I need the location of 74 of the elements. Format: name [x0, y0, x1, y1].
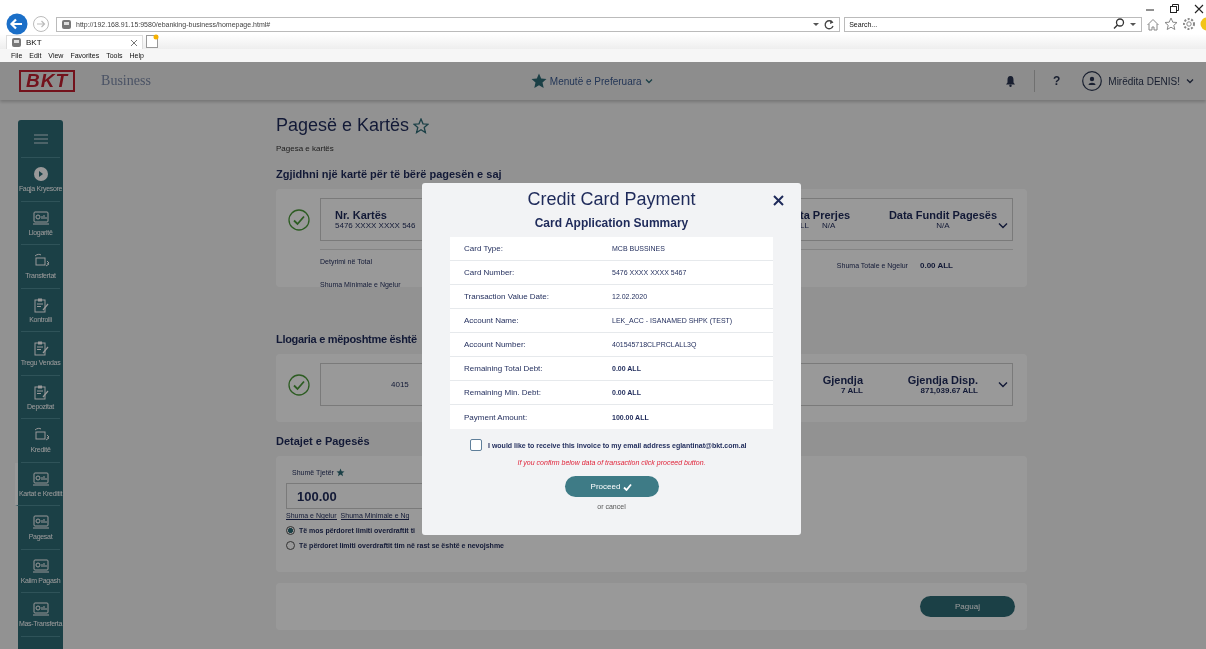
date-value: N/A	[935, 221, 951, 230]
summary-label: Account Number:	[464, 340, 527, 349]
chevron-down-icon[interactable]	[644, 78, 653, 84]
dropdown-caret-icon[interactable]	[1129, 21, 1137, 27]
check-circle-icon	[288, 208, 310, 231]
tab-title: BKT	[26, 38, 42, 47]
modal-title: Credit Card Payment	[526, 189, 697, 210]
card-number: 5476 XXXX XXXX 546	[335, 221, 417, 230]
summary-label: Account Name:	[464, 316, 520, 325]
favorites-menu[interactable]: Menutë e Preferuara	[549, 75, 642, 87]
star-icon[interactable]	[413, 117, 430, 134]
monitor-icon	[31, 557, 50, 574]
chevron-down-icon[interactable]	[998, 381, 1008, 388]
column-value: LL	[800, 221, 809, 230]
user-avatar-icon[interactable]	[1082, 71, 1103, 91]
chevron-down-icon[interactable]	[1186, 78, 1194, 84]
page-icon	[11, 37, 22, 48]
checkbox[interactable]	[470, 439, 482, 451]
bell-icon[interactable]	[1004, 75, 1016, 87]
bkt-logo[interactable]: BKT	[19, 70, 76, 92]
proceed-button[interactable]: Proceed	[564, 476, 659, 497]
clipboard-icon	[31, 340, 50, 357]
clipboard-icon	[31, 296, 50, 313]
restore-icon[interactable]	[1169, 3, 1180, 14]
breadcrumb: Pagesa e kartës	[276, 144, 335, 153]
refresh-icon[interactable]	[824, 18, 836, 30]
date-value: N/A	[821, 221, 836, 230]
summary-label: Remaining Total Debt:	[464, 364, 544, 373]
section-heading: Zgjidhni një kartë për të bërë pagesën e saj	[276, 167, 502, 181]
section-heading: Detajet e Pagesës	[276, 434, 370, 448]
column-label: Data Fundit Pagesës	[888, 209, 998, 221]
back-icon[interactable]	[6, 13, 28, 35]
monitor-icon	[31, 470, 50, 487]
monitor-icon	[31, 601, 50, 618]
help-button[interactable]: ?	[1052, 74, 1061, 88]
column-label: Gjendja	[821, 374, 863, 386]
required-star-icon	[335, 468, 345, 477]
summary-label: Card Number:	[464, 268, 516, 277]
pay-button[interactable]: Paguaj	[920, 596, 1015, 617]
section-heading: Llogaria e mëposhtme është	[276, 332, 417, 346]
product-name: Business	[101, 73, 151, 89]
balance-amount: 871,039.67 ALL	[919, 386, 978, 395]
close-icon[interactable]	[1194, 3, 1204, 14]
modal-subtitle: Card Application Summary	[533, 216, 690, 230]
star-icon	[530, 73, 547, 89]
monitor-icon	[31, 514, 50, 531]
summary-label: Payment Amount:	[464, 412, 529, 422]
page-icon	[61, 18, 72, 30]
new-tab-icon[interactable]	[145, 34, 159, 49]
checkmark-icon	[623, 482, 633, 491]
browser-tab[interactable]: BKT	[6, 35, 143, 49]
account-number: 4015	[391, 380, 409, 389]
summary-label: Transaction Value Date:	[464, 292, 550, 301]
summary-label: Card Type:	[464, 244, 504, 253]
chevron-down-icon[interactable]	[998, 222, 1008, 229]
column-label: Gjendja Disp.	[906, 374, 978, 386]
check-circle-icon	[288, 373, 310, 396]
column-label: ta Prerjes	[800, 209, 852, 221]
star-icon[interactable]	[1164, 17, 1178, 31]
clipboard-icon	[31, 383, 50, 400]
play-circle-icon	[31, 166, 50, 183]
close-icon[interactable]	[773, 195, 784, 206]
debt-amount: 0.00 ALL	[919, 260, 953, 270]
balance-amount: 7 ALL	[840, 386, 863, 395]
dropdown-caret-icon[interactable]	[812, 21, 821, 27]
radio-button[interactable]	[286, 526, 295, 535]
home-icon[interactable]	[1146, 17, 1160, 31]
monitor-icon	[31, 209, 50, 226]
summary-label: Remaining Min. Debt:	[464, 388, 542, 397]
page-title: Pagesë e Kartës	[276, 115, 410, 136]
card-number-label: Nr. Kartës	[335, 209, 388, 221]
radio-button[interactable]	[286, 541, 295, 550]
user-greeting[interactable]: Mirëdita DENIS!	[1108, 75, 1180, 87]
search-icon[interactable]	[1113, 18, 1125, 30]
